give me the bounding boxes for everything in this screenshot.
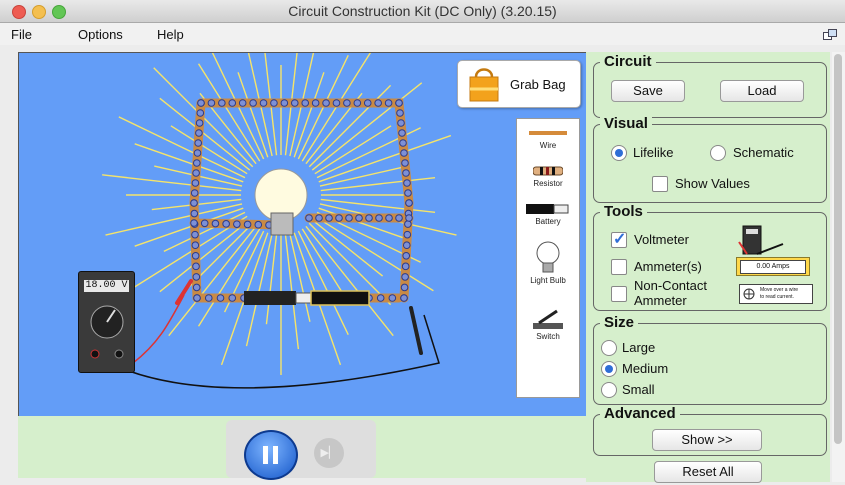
ammeter-checkbox[interactable]: [611, 259, 627, 275]
switch-icon[interactable]: [533, 309, 563, 331]
menu-help[interactable]: Help: [157, 27, 184, 42]
visual-group-title: Visual: [600, 115, 652, 132]
show-values-checkbox[interactable]: [652, 176, 668, 192]
size-medium-radio[interactable]: [601, 361, 617, 377]
pause-button[interactable]: [244, 430, 298, 480]
toolbox-wire-label[interactable]: Wire: [517, 141, 579, 150]
ammeter-reading: 0.00 Amps: [740, 260, 806, 274]
menu-bar: File Options Help: [0, 23, 845, 45]
window-title: Circuit Construction Kit (DC Only) (3.20…: [288, 3, 557, 19]
size-small-radio[interactable]: [601, 382, 617, 398]
schematic-radio[interactable]: [710, 145, 726, 161]
save-button[interactable]: Save: [611, 80, 685, 102]
window-titlebar: Circuit Construction Kit (DC Only) (3.20…: [0, 0, 845, 23]
window-resize-icon[interactable]: [823, 29, 837, 41]
resistor-icon[interactable]: [533, 165, 563, 177]
toolbox-switch-label[interactable]: Switch: [517, 332, 579, 341]
show-values-label[interactable]: Show Values: [675, 176, 750, 191]
circuit-group-title: Circuit: [600, 53, 656, 70]
wire-icon[interactable]: [529, 131, 567, 135]
menu-options[interactable]: Options: [78, 27, 123, 42]
grab-bag-button[interactable]: Grab Bag: [457, 60, 581, 108]
resistor-or-battery: [310, 290, 370, 306]
size-large-radio[interactable]: [601, 340, 617, 356]
step-button[interactable]: ▶▏: [314, 438, 344, 468]
ammeter-label[interactable]: Ammeter(s): [634, 259, 702, 274]
toolbox-battery-label[interactable]: Battery: [517, 217, 579, 226]
size-large-label[interactable]: Large: [622, 340, 655, 355]
menu-file[interactable]: File: [11, 27, 32, 42]
non-contact-label-line1[interactable]: Non-Contact: [634, 278, 707, 293]
panel-scrollbar[interactable]: [832, 52, 845, 482]
non-contact-ammeter-checkbox[interactable]: [611, 286, 627, 302]
advanced-group: Advanced Show >>: [593, 405, 827, 456]
step-icon: ▶▏: [320, 447, 338, 459]
load-button[interactable]: Load: [720, 80, 804, 102]
component-toolbox: Wire Resistor Battery Light Bulb Switch: [516, 118, 580, 398]
pause-icon: [263, 446, 279, 464]
ammeter-tool-icon[interactable]: 0.00 Amps: [736, 257, 810, 276]
scrollbar-thumb[interactable]: [834, 54, 842, 444]
size-small-label[interactable]: Small: [622, 382, 655, 397]
light-bulb-icon[interactable]: [535, 241, 561, 275]
schematic-label[interactable]: Schematic: [733, 145, 794, 160]
visual-group: Visual Lifelike Schematic Show Values: [593, 115, 827, 203]
lifelike-radio[interactable]: [611, 145, 627, 161]
voltmeter-device[interactable]: 18.00 V: [78, 271, 135, 373]
battery-icon[interactable]: [526, 203, 570, 215]
non-contact-hint: Move over a wire to read current.: [760, 287, 799, 300]
grab-bag-label: Grab Bag: [510, 77, 566, 92]
voltmeter-checkbox[interactable]: [611, 229, 627, 249]
circuit-group: Circuit Save Load: [593, 53, 827, 118]
voltmeter-dial-icon: [90, 305, 124, 359]
crosshair-icon: [743, 288, 755, 300]
non-contact-label-line2[interactable]: Ammeter: [634, 293, 687, 308]
battery: [244, 291, 296, 305]
voltmeter-label[interactable]: Voltmeter: [634, 232, 689, 247]
shopping-bag-icon: [469, 68, 499, 102]
advanced-group-title: Advanced: [600, 405, 680, 422]
voltmeter-display: 18.00 V: [84, 280, 129, 292]
reset-all-button[interactable]: Reset All: [654, 461, 762, 483]
size-group: Size Large Medium Small: [593, 314, 827, 405]
advanced-show-button[interactable]: Show >>: [652, 429, 762, 451]
tools-group-title: Tools: [600, 203, 647, 220]
lifelike-label[interactable]: Lifelike: [633, 145, 673, 160]
non-contact-ammeter-tool-icon[interactable]: Move over a wire to read current.: [739, 284, 813, 304]
toolbox-light-bulb-label[interactable]: Light Bulb: [517, 276, 579, 285]
voltmeter-tool-icon[interactable]: [737, 224, 787, 256]
toolbox-resistor-label[interactable]: Resistor: [517, 179, 579, 188]
size-medium-label[interactable]: Medium: [622, 361, 668, 376]
size-group-title: Size: [600, 314, 639, 331]
